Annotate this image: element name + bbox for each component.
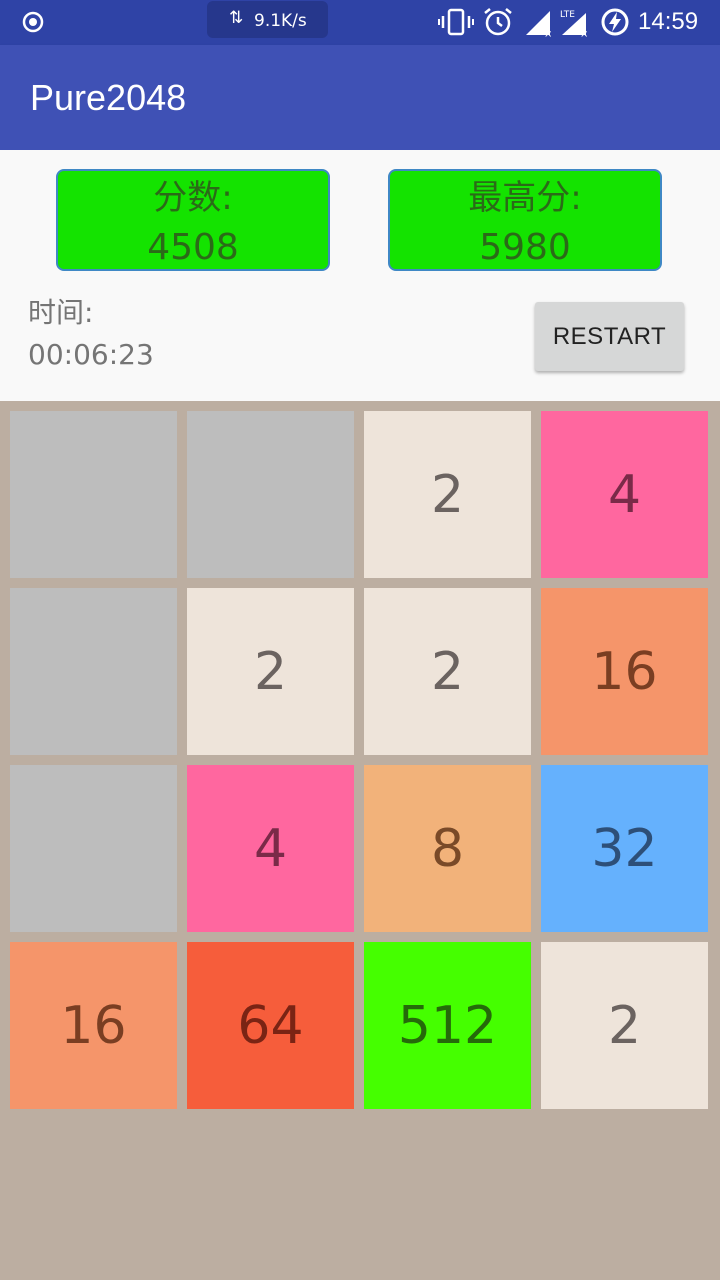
lte-label: LTE [560, 10, 575, 20]
battery-charging-icon [601, 8, 629, 36]
tile-32: 32 [541, 765, 708, 932]
tile-2: 2 [187, 588, 354, 755]
vibrate-icon [438, 8, 474, 36]
tile-2: 2 [364, 411, 531, 578]
score-header: 分数: 4508 最高分: 5980 时间: 00:06:23 RESTART [0, 150, 720, 401]
tile-4: 4 [541, 411, 708, 578]
score-box: 分数: 4508 [56, 169, 330, 271]
tile-64: 64 [187, 942, 354, 1109]
alarm-icon [484, 8, 512, 36]
tile-2: 2 [541, 942, 708, 1109]
tile-512: 512 [364, 942, 531, 1109]
restart-button[interactable]: RESTART [535, 302, 684, 371]
score-value: 4508 [147, 227, 239, 268]
tile-4: 4 [187, 765, 354, 932]
tile-16: 16 [10, 942, 177, 1109]
tile-16: 16 [541, 588, 708, 755]
tile-empty [10, 765, 177, 932]
lte-signal-icon: × LTE [560, 10, 588, 37]
signal-icon: × [526, 11, 552, 37]
timer-value: 00:06:23 [28, 338, 154, 371]
app-bar: Pure2048 [0, 45, 720, 150]
tile-empty [187, 411, 354, 578]
data-transfer-icon: ⇅ [229, 8, 244, 28]
tile-8: 8 [364, 765, 531, 932]
status-bar: ⇅ 9.1K/s × × LTE 14:59 [0, 0, 720, 45]
tile-2: 2 [364, 588, 531, 755]
network-speed-indicator: ⇅ 9.1K/s [207, 1, 328, 38]
location-icon [22, 11, 44, 33]
app-title: Pure2048 [30, 77, 187, 118]
score-label: 分数: [153, 178, 233, 218]
svg-text:×: × [544, 29, 552, 37]
svg-text:×: × [580, 29, 588, 37]
best-score-box: 最高分: 5980 [388, 169, 662, 271]
game-board[interactable]: 2 4 2 2 16 4 8 32 16 64 512 2 [0, 401, 720, 1280]
tile-empty [10, 411, 177, 578]
network-speed-text: 9.1K/s [254, 11, 307, 31]
best-score-label: 最高分: [468, 178, 582, 218]
timer-label: 时间: [28, 296, 94, 329]
best-score-value: 5980 [479, 227, 571, 268]
clock-time: 14:59 [638, 8, 699, 35]
tile-empty [10, 588, 177, 755]
